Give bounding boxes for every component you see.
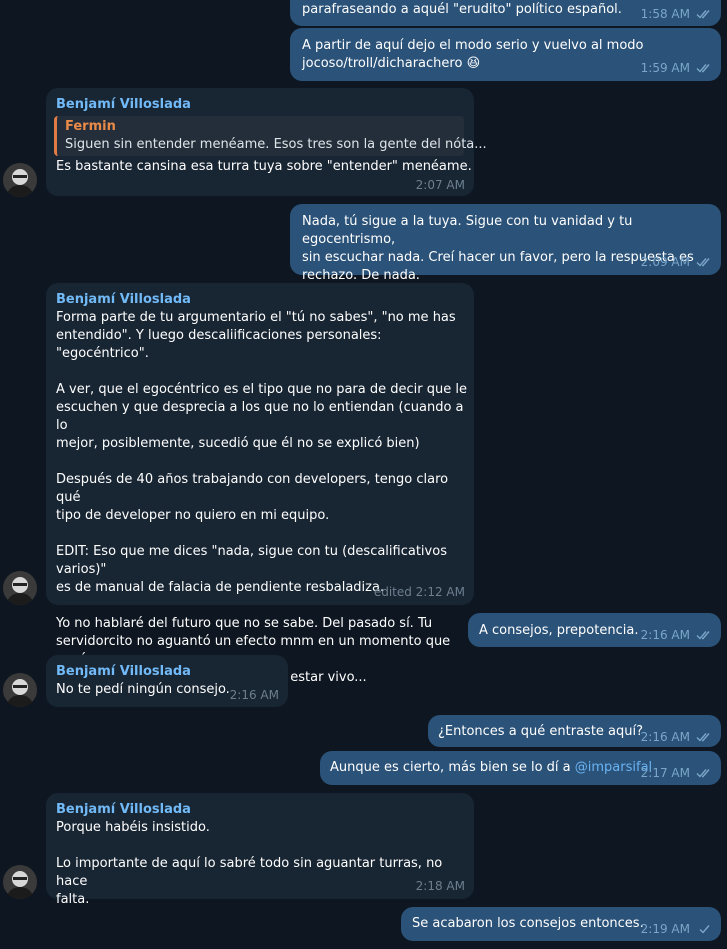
message-incoming[interactable]: Benjamí Villoslada Forma parte de tu arg… [46,283,474,685]
message-meta: 2:16 AM [641,628,713,642]
message-time: 2:17 AM [640,766,690,780]
message-meta: 2:16 AM [641,730,713,744]
message-time: 2:07 AM [415,178,465,192]
message-text: Aunque es cierto, más bien se lo dí a @i… [330,760,653,775]
message-meta: 2:19 AM [641,922,713,936]
single-check-icon [699,925,710,934]
message-time: edited 2:12 AM [373,585,465,599]
user-avatar[interactable] [3,865,37,899]
message-meta: 2:18 AM [416,879,465,893]
reply-text: Siguen sin entender menéame. Esos tres s… [65,137,487,152]
message-incoming[interactable]: Benjamí Villoslada Porque habéis insisti… [46,793,474,907]
double-check-icon [696,10,710,19]
message-meta: 1:59 AM [641,61,713,75]
message-text: Nada, tú sigue a la tuya. Sigue con tu v… [302,214,694,283]
message-time: 2:09 AM [640,255,690,269]
message-outgoing[interactable]: A partir de aquí dejo el modo serio y vu… [290,28,721,81]
message-text: Se acabaron los consejos entonces. [412,916,644,931]
avatar-photo-icon [3,865,37,899]
user-avatar[interactable] [3,673,37,707]
message-outgoing[interactable]: ¿Entonces a qué entraste aquí? 2:16 AM [428,715,721,747]
sender-name[interactable]: Benjamí Villoslada [56,292,191,307]
message-outgoing[interactable]: Se acabaron los consejos entonces. 2:19 … [401,907,721,941]
user-avatar[interactable] [3,571,37,605]
message-meta: 2:09 AM [641,255,713,269]
reply-quote[interactable]: Fermin Siguen sin entender menéame. Esos… [54,116,487,156]
message-time: 2:16 AM [640,730,690,744]
double-check-icon [696,64,710,73]
message-time: 1:59 AM [640,61,690,75]
message-text: No te pedí ningún consejo. [56,682,230,697]
message-meta: 1:58 AM [641,7,713,21]
message-outgoing[interactable]: Nada, tú sigue a la tuya. Sigue con tu v… [290,204,721,283]
message-text: A consejos, prepotencia. [479,623,639,638]
message-meta: 2:17 AM [641,766,713,780]
avatar-photo-icon [3,673,37,707]
message-text: Forma parte de tu argumentario el "tú no… [56,310,467,685]
message-text: ¿Entonces a qué entraste aquí? [438,724,644,739]
reply-sender: Fermin [65,119,116,134]
message-time: 2:16 AM [229,688,279,702]
message-outgoing[interactable]: parafraseando a aquél "erudito" político… [290,0,721,26]
avatar-photo-icon [3,571,37,605]
user-avatar[interactable] [3,163,37,197]
message-time: 1:58 AM [640,7,690,21]
message-time: 2:18 AM [415,879,465,893]
double-check-icon [696,631,710,640]
message-text: Es bastante cansina esa turra tuya sobre… [56,159,472,174]
sender-name[interactable]: Benjamí Villoslada [56,802,191,817]
double-check-icon [696,769,710,778]
message-incoming[interactable]: Benjamí Villoslada Fermin Siguen sin ent… [46,88,487,196]
message-meta: edited 2:12 AM [374,585,465,599]
message-time: 2:19 AM [640,922,690,936]
avatar-photo-icon [3,163,37,197]
message-outgoing[interactable]: Aunque es cierto, más bien se lo dí a @i… [320,751,721,785]
double-check-icon [696,258,710,267]
message-text: Porque habéis insistido. Lo importante d… [56,820,443,907]
message-text: parafraseando a aquél "erudito" político… [302,2,622,17]
message-outgoing[interactable]: A consejos, prepotencia. 2:16 AM [468,613,721,647]
message-incoming[interactable]: Benjamí Villoslada No te pedí ningún con… [46,655,288,707]
message-time: 2:16 AM [640,628,690,642]
sender-name[interactable]: Benjamí Villoslada [56,97,191,112]
sender-name[interactable]: Benjamí Villoslada [56,664,191,679]
message-meta: 2:07 AM [416,178,465,192]
grinning-squint-emoji: 😆 [466,56,481,71]
message-text: A partir de aquí dejo el modo serio y vu… [302,38,644,71]
double-check-icon [696,733,710,742]
message-meta: 2:16 AM [230,688,279,702]
